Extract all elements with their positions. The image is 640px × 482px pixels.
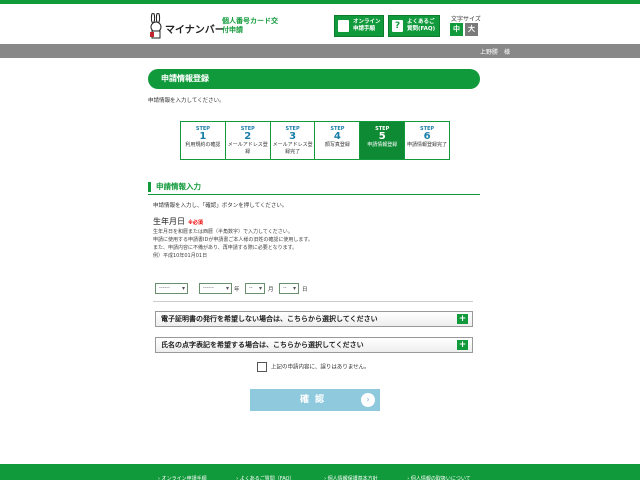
- step-name: 利用規約の確認: [185, 142, 221, 148]
- note-line: 生年月日を和暦または西暦（半角数字）で入力してください。: [153, 229, 293, 235]
- confirm-button-label: 確認: [299, 395, 330, 405]
- step-name: 申請情報登録: [367, 142, 398, 148]
- footer-link-label: 個人情報保護基本方針: [327, 476, 378, 482]
- logo-text: マイナンバー: [165, 25, 225, 36]
- footer-link[interactable]: › 個人情報保護基本方針: [324, 476, 392, 482]
- step-name: 顔写真登録: [324, 142, 350, 148]
- footer-link[interactable]: › 個人情報の取扱いについて: [407, 476, 484, 482]
- step-1: STEP 1 利用規約の確認: [181, 122, 226, 159]
- step-4: STEP 4 顔写真登録: [315, 122, 361, 159]
- era-select[interactable]: ------: [155, 283, 188, 294]
- footer-link-label: オンライン申請手順: [161, 476, 207, 482]
- confirm-button[interactable]: 確認 ›: [250, 389, 380, 411]
- required-mark: ※必須: [188, 220, 203, 226]
- font-size-label: 文字サイズ: [451, 16, 481, 23]
- month-select[interactable]: --: [245, 283, 265, 294]
- dob-label-text: 生年月日: [153, 217, 185, 226]
- online-guide-button[interactable]: オンライン申請手順: [334, 15, 384, 37]
- plus-icon: +: [457, 340, 468, 350]
- mynumber-mascot-icon: [150, 13, 162, 39]
- doc-title: 個人番号カード交付申請: [222, 17, 278, 34]
- font-size-large-button[interactable]: 大: [465, 23, 478, 36]
- plus-icon: +: [457, 314, 468, 324]
- note-line: 例）平成10年01月01日: [153, 253, 208, 259]
- year-unit: 年: [234, 287, 240, 293]
- arrow-right-icon: ›: [361, 393, 375, 407]
- dob-label: 生年月日 ※必須: [153, 216, 203, 227]
- no-certificate-accordion[interactable]: 電子証明書の発行を希望しない場合は、こちらから選択してください +: [155, 311, 473, 327]
- confirm-checkbox[interactable]: [257, 362, 267, 372]
- user-bar: 上野勝 様: [0, 44, 640, 58]
- step-name: 申請情報登録完了: [407, 142, 448, 148]
- step-number: 3: [289, 131, 297, 142]
- step-5: STEP 5 申請情報登録: [360, 122, 406, 159]
- step-number: 4: [333, 131, 341, 142]
- note-line: 申請に使用する申請書IDが申請書ご本人様の旧姓の確認に使用します。: [153, 237, 313, 243]
- font-size-medium-button[interactable]: 中: [450, 23, 463, 36]
- footer-link-label: よくあるご質問（FAQ）: [239, 476, 295, 482]
- header: マイナンバー 個人番号カード交付申請 オンライン申請手順 ? よくあるご質問(F…: [0, 4, 640, 44]
- accordion-label: 氏名の点字表記を希望する場合は、こちらから選択してください: [161, 341, 364, 349]
- year-select[interactable]: ------: [199, 283, 232, 294]
- form-divider: [153, 301, 473, 302]
- dob-notes: 生年月日を和暦または西暦（半角数字）で入力してください。 申請に使用する申請書I…: [153, 228, 313, 260]
- footer-link[interactable]: › オンライン申請手順: [158, 476, 221, 482]
- step-3: STEP 3 メールアドレス登録完了: [271, 122, 316, 159]
- day-select[interactable]: --: [279, 283, 299, 294]
- step-name: メールアドレス登録完了: [272, 142, 313, 155]
- intro-text: 申請情報を入力してください。: [148, 98, 225, 104]
- braille-accordion[interactable]: 氏名の点字表記を希望する場合は、こちらから選択してください +: [155, 337, 473, 353]
- step-number: 6: [423, 131, 431, 142]
- footer-link[interactable]: › よくあるご質問（FAQ）: [236, 476, 308, 482]
- faq-button[interactable]: ? よくあるご質問(FAQ): [388, 15, 440, 37]
- online-guide-label: オンライン申請手順: [353, 19, 381, 32]
- accordion-label: 電子証明書の発行を希望しない場合は、こちらから選択してください: [161, 315, 378, 323]
- step-number: 2: [244, 131, 252, 142]
- section-divider: [148, 194, 480, 195]
- user-name: 上野勝 様: [479, 49, 510, 56]
- note-line: また、申請内容に不備があり、再申請する際に必要となります。: [153, 245, 298, 251]
- confirm-row: 上記の申請内容に、誤りはありません。: [257, 362, 370, 372]
- section-heading: 申請情報入力: [148, 182, 201, 192]
- question-icon: ?: [392, 20, 403, 32]
- step-6: STEP 6 申請情報登録完了: [405, 122, 449, 159]
- book-icon: [338, 20, 349, 32]
- page-title: 申請情報登録: [148, 69, 480, 89]
- step-2: STEP 2 メールアドレス登録: [226, 122, 271, 159]
- step-number: 1: [199, 131, 207, 142]
- step-progress: STEP 1 利用規約の確認 STEP 2 メールアドレス登録 STEP 3 メ…: [180, 121, 450, 160]
- step-number: 5: [378, 131, 386, 142]
- instruction-text: 申請情報を入力し、「確認」ボタンを押してください。: [153, 203, 288, 209]
- faq-label: よくあるご質問(FAQ): [407, 19, 436, 32]
- confirm-label: 上記の申請内容に、誤りはありません。: [271, 364, 370, 371]
- month-unit: 月: [268, 287, 274, 293]
- footer-link-label: 個人情報の取扱いについて: [410, 476, 471, 482]
- step-name: メールアドレス登録: [227, 142, 268, 155]
- day-unit: 日: [302, 287, 308, 293]
- footer-links: › オンライン申請手順 › よくあるご質問（FAQ） › 個人情報保護基本方針 …: [158, 475, 499, 482]
